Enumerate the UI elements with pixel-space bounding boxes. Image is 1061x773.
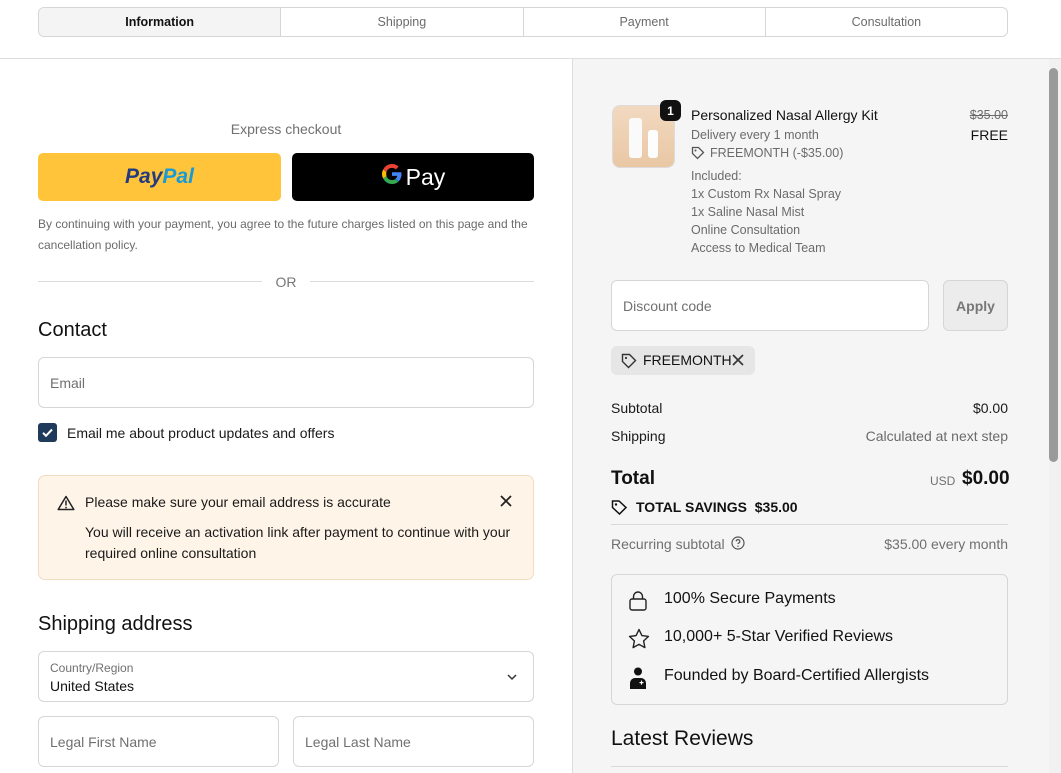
trust-item-founders: Founded by Board-Certified Allergists (664, 667, 930, 684)
alert-body: You will receive an activation link afte… (85, 524, 511, 561)
check-icon (42, 428, 53, 438)
included-item: Access to Medical Team (691, 241, 826, 255)
tab-payment[interactable]: Payment (524, 8, 766, 36)
discount-field-wrapper (611, 280, 929, 331)
first-name-wrapper (38, 716, 279, 767)
express-checkout-title: Express checkout (230, 121, 342, 137)
tag-icon (621, 353, 637, 374)
checkout-steps: Information Shipping Payment Consultatio… (38, 7, 1008, 37)
google-g-icon (381, 163, 403, 192)
included-item: 1x Custom Rx Nasal Spray (691, 187, 842, 201)
or-divider-text: OR (275, 274, 297, 290)
paypal-logo-text-a: Pay (125, 165, 163, 188)
paypal-logo-text-b: Pal (162, 165, 194, 188)
total-currency: USD (930, 474, 956, 488)
latest-reviews-heading: Latest Reviews (611, 727, 754, 750)
or-divider-left (38, 281, 262, 282)
subtotal-value: $0.00 (972, 400, 1008, 416)
tab-consultation[interactable]: Consultation (766, 8, 1007, 36)
trust-item-secure: 100% Secure Payments (664, 590, 836, 607)
shipping-address-heading: Shipping address (38, 613, 193, 635)
doctor-icon (627, 666, 649, 695)
payment-disclaimer: By continuing with your payment, you agr… (38, 217, 528, 252)
last-name-wrapper (293, 716, 534, 767)
last-name-field[interactable] (294, 717, 533, 766)
product-bottle-large (629, 118, 642, 158)
marketing-checkbox[interactable] (38, 423, 57, 442)
warning-icon (57, 495, 75, 516)
recurring-subtotal-label: Recurring subtotal (611, 536, 725, 552)
tab-information[interactable]: Information (39, 8, 282, 36)
lock-icon (627, 590, 649, 617)
tag-icon (691, 146, 705, 165)
included-item: Online Consultation (691, 223, 801, 237)
paypal-button[interactable]: Pay Pal (38, 153, 281, 201)
recurring-subtotal-value: $35.00 every month (884, 536, 1008, 552)
product-bottle-small (648, 130, 658, 158)
total-label: Total (611, 468, 655, 489)
subtotal-label: Subtotal (611, 400, 663, 416)
country-select[interactable]: Country/Region United States (38, 651, 534, 702)
applied-discount-code: FREEMONTH (643, 352, 732, 368)
product-price: FREE (970, 127, 1008, 143)
email-field-wrapper (38, 357, 534, 408)
applied-discount-chip: FREEMONTH (611, 346, 755, 375)
product-name: Personalized Nasal Allergy Kit (691, 107, 878, 123)
shipping-label: Shipping (611, 428, 666, 444)
savings-tag-icon (611, 499, 628, 520)
shipping-value: Calculated at next step (865, 428, 1008, 444)
product-original-price: $35.00 (969, 108, 1008, 122)
country-value: United States (50, 678, 135, 694)
summary-divider (611, 524, 1008, 525)
quantity-badge: 1 (660, 100, 681, 121)
product-delivery: Delivery every 1 month (691, 128, 819, 142)
included-item: 1x Saline Nasal Mist (691, 205, 805, 219)
included-title: Included: (691, 169, 742, 183)
trust-badges: 100% Secure Payments 10,000+ 5-Star Veri… (611, 574, 1008, 705)
total-value: $0.00 (962, 468, 1010, 489)
google-pay-text: Pay (405, 163, 446, 190)
remove-discount-icon[interactable] (731, 353, 745, 372)
email-warning-alert: Please make sure your email address is a… (38, 475, 534, 580)
contact-heading: Contact (38, 319, 107, 341)
email-field[interactable] (39, 358, 533, 407)
alert-title: Please make sure your email address is a… (85, 494, 391, 510)
trust-item-reviews: 10,000+ 5-Star Verified Reviews (664, 628, 894, 645)
first-name-field[interactable] (39, 717, 278, 766)
google-pay-button[interactable]: Pay (292, 153, 534, 201)
scrollbar-thumb[interactable] (1049, 68, 1058, 462)
country-label: Country/Region (50, 661, 134, 675)
close-icon[interactable] (499, 494, 513, 513)
marketing-checkbox-label[interactable]: Email me about product updates and offer… (67, 425, 334, 441)
tab-shipping[interactable]: Shipping (281, 8, 524, 36)
reviews-divider (611, 766, 1008, 767)
star-icon (627, 627, 651, 656)
total-savings: TOTAL SAVINGS $35.00 (636, 499, 798, 515)
discount-code-field[interactable] (612, 281, 928, 330)
chevron-down-icon (506, 670, 518, 688)
or-divider-right (310, 281, 534, 282)
product-discount: FREEMONTH (-$35.00) (710, 146, 844, 160)
help-icon[interactable] (731, 536, 745, 555)
apply-discount-button[interactable]: Apply (943, 280, 1008, 331)
